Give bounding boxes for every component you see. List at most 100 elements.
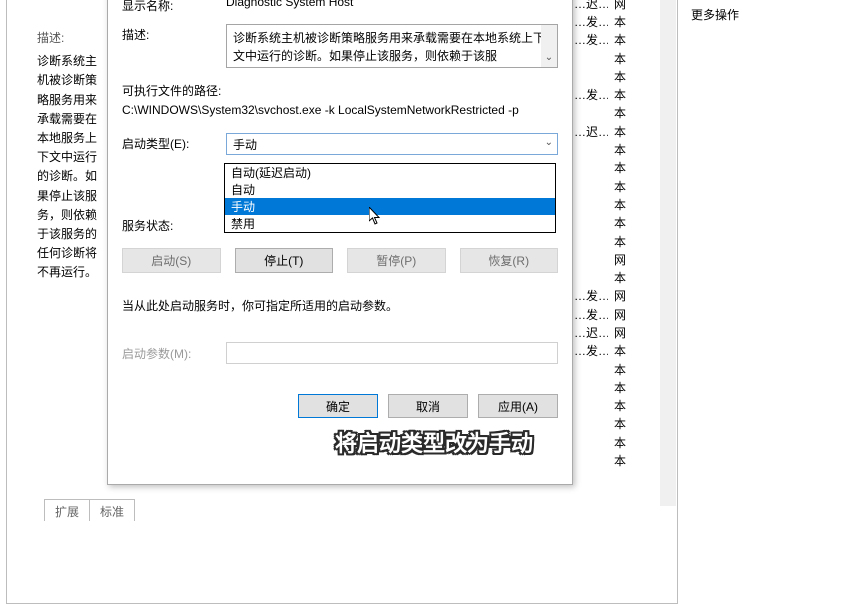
list-item[interactable]: 本 (574, 195, 670, 213)
list-item[interactable]: …发… 网 (574, 287, 670, 305)
list-item[interactable]: 本 (574, 104, 670, 122)
startup-type-label: 启动类型(E): (122, 133, 226, 155)
start-params-input[interactable] (226, 342, 558, 364)
list-cell: 本 (614, 31, 654, 48)
tab-extended[interactable]: 扩展 (44, 499, 90, 521)
dropdown-option[interactable]: 自动 (225, 181, 555, 198)
list-item[interactable]: 本 (574, 67, 670, 85)
list-item[interactable]: 本 (574, 378, 670, 396)
list-cell: 本 (614, 379, 654, 396)
more-actions[interactable]: 更多操作 (681, 0, 868, 35)
scrollbar[interactable] (660, 0, 676, 506)
list-cell: 网 (614, 287, 654, 304)
list-cell: …发… (574, 86, 608, 103)
list-item[interactable]: …迟… 本 (574, 122, 670, 140)
list-item[interactable]: 本 (574, 214, 670, 232)
cancel-button[interactable]: 取消 (388, 394, 468, 418)
list-cell: 本 (614, 123, 654, 140)
action-pane: 更多操作 (681, 0, 868, 514)
list-item[interactable]: 本 (574, 451, 670, 469)
list-cell: 本 (614, 68, 654, 85)
list-item[interactable]: …迟… 网 (574, 323, 670, 341)
list-item[interactable]: 本 (574, 415, 670, 433)
desc-label: 描述: (37, 29, 107, 48)
list-item[interactable]: 本 (574, 433, 670, 451)
list-item[interactable]: 本 (574, 159, 670, 177)
list-cell: 本 (614, 415, 654, 432)
list-cell: 本 (614, 159, 654, 176)
startup-type-dropdown[interactable]: 自动(延迟启动)自动手动禁用 (224, 163, 556, 233)
list-cell: 网 (614, 0, 654, 12)
list-cell: 本 (614, 86, 654, 103)
list-item[interactable]: …迟… 网 (574, 0, 670, 12)
list-cell: 本 (614, 342, 654, 359)
list-cell: 本 (614, 13, 654, 30)
stop-button[interactable]: 停止(T) (235, 248, 334, 273)
list-cell: 本 (614, 269, 654, 286)
display-name-value: Diagnostic System Host (226, 0, 558, 14)
details-tabs: 扩展 标准 (44, 499, 134, 521)
list-cell: 本 (614, 141, 654, 158)
list-cell: 本 (614, 196, 654, 213)
list-cell: 本 (614, 178, 654, 195)
list-cell: 本 (614, 434, 654, 451)
dropdown-option[interactable]: 禁用 (225, 215, 555, 232)
list-item[interactable]: 本 (574, 360, 670, 378)
list-item[interactable]: …发… 本 (574, 342, 670, 360)
list-cell: 本 (614, 397, 654, 414)
tab-standard[interactable]: 标准 (89, 499, 135, 521)
startup-type-combobox[interactable]: 手动 ⌄ (226, 133, 558, 155)
description-box[interactable]: 诊断系统主机被诊断策略服务用来承载需要在本地系统上下文中运行的诊断。如果停止该服… (226, 24, 558, 68)
dropdown-option[interactable]: 自动(延迟启动) (225, 164, 555, 181)
list-cell: …发… (574, 13, 608, 30)
list-item[interactable]: 本 (574, 140, 670, 158)
display-name-label: 显示名称: (122, 0, 226, 14)
list-cell: …发… (574, 31, 608, 48)
pause-button: 暂停(P) (347, 248, 446, 273)
list-cell: …发… (574, 287, 608, 304)
list-cell: 本 (614, 361, 654, 378)
chevron-down-icon: ⌄ (545, 137, 553, 148)
start-params-label: 启动参数(M): (122, 345, 226, 362)
list-item[interactable]: …发… 本 (574, 85, 670, 103)
exe-path-value: C:\WINDOWS\System32\svchost.exe -k Local… (122, 103, 558, 117)
startup-note: 当从此处启动服务时，你可指定所适用的启动参数。 (122, 297, 558, 314)
list-item[interactable]: …发… 本 (574, 31, 670, 49)
list-item[interactable]: …发… 本 (574, 12, 670, 30)
service-properties-dialog: 显示名称: Diagnostic System Host 描述: 诊断系统主机被… (107, 0, 573, 485)
list-cell: …迟… (574, 0, 608, 12)
list-cell: …发… (574, 306, 608, 323)
chevron-down-icon[interactable]: ⌄ (541, 51, 557, 67)
list-cell: …发… (574, 342, 608, 359)
subtitle-caption: 将启动类型改为手动 (335, 426, 533, 458)
list-cell: 本 (614, 233, 654, 250)
list-cell: 网 (614, 306, 654, 323)
list-item[interactable]: …发… 网 (574, 305, 670, 323)
list-item[interactable]: 网 (574, 250, 670, 268)
desc-scrollbar[interactable]: ⌄ (541, 25, 557, 67)
dropdown-option[interactable]: 手动 (225, 198, 555, 215)
apply-button[interactable]: 应用(A) (478, 394, 558, 418)
list-item[interactable]: 本 (574, 49, 670, 67)
startup-type-value: 手动 (233, 136, 257, 153)
list-cell: 本 (614, 452, 654, 469)
list-item[interactable]: 本 (574, 397, 670, 415)
list-cell: 本 (614, 214, 654, 231)
service-list-strip: …迟…网…发…本…发…本本本…发…本本…迟…本本本本本本本网本…发…网…发…网…… (574, 0, 670, 470)
service-status-label: 服务状态: (122, 217, 226, 234)
list-cell: 本 (614, 104, 654, 121)
list-cell: …迟… (574, 123, 608, 140)
start-button: 启动(S) (122, 248, 221, 273)
list-cell: 本 (614, 50, 654, 67)
list-cell: …迟… (574, 324, 608, 341)
list-item[interactable]: 本 (574, 232, 670, 250)
list-item[interactable]: 本 (574, 177, 670, 195)
list-item[interactable]: 本 (574, 268, 670, 286)
exe-path-label: 可执行文件的路径: (122, 82, 558, 99)
list-cell: 网 (614, 324, 654, 341)
description-text: 诊断系统主机被诊断策略服务用来承载需要在本地系统上下文中运行的诊断。如果停止该服… (233, 31, 545, 63)
ok-button[interactable]: 确定 (298, 394, 378, 418)
service-description-snippet: 描述: 诊断系统主机被诊断策略服务用来承载需要在本地服务上下文中运行的诊断。如果… (37, 29, 107, 282)
list-cell: 网 (614, 251, 654, 268)
desc-text: 诊断系统主机被诊断策略服务用来承载需要在本地服务上下文中运行的诊断。如果停止该服… (37, 52, 107, 282)
